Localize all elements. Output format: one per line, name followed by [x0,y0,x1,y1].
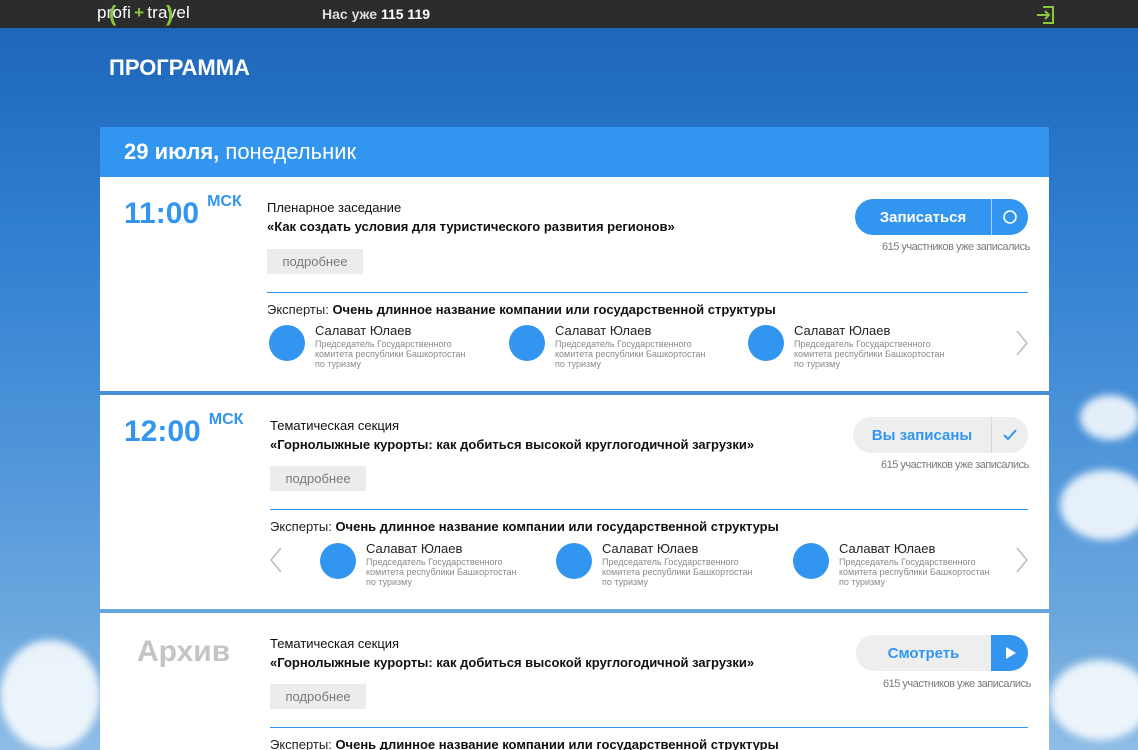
avatar [509,325,545,361]
archive-label: Архив [137,635,231,668]
watch-button-label: Смотреть [887,644,960,662]
expert-role: Председатель Государственного комитета р… [315,339,466,369]
event-time: 11:00 МСК [124,193,242,231]
watch-button[interactable]: Смотреть [856,635,1028,671]
expert-name: Салават Юлаев [366,541,463,556]
expert-role: Председатель Государственного комитета р… [555,339,706,369]
register-button[interactable]: Записаться [855,199,1028,235]
expert-name: Салават Юлаев [315,323,412,338]
time-zone: МСК [207,193,242,210]
background-cloud [1080,395,1138,440]
event-title: «Горнолыжные курорты: как добиться высок… [270,655,755,670]
experts-org: Очень длинное название компании или госу… [335,737,779,750]
divider [267,292,1028,293]
circle-icon [991,199,1028,235]
chevron-right-icon[interactable] [1015,546,1029,574]
background-cloud [1060,470,1138,540]
play-icon [991,635,1028,671]
event-time: 12:00 МСК [124,411,243,449]
avatar [793,543,829,579]
experts-heading: Эксперты: Очень длинное название компани… [270,737,779,750]
experts-org: Очень длинное название компании или госу… [335,519,779,534]
expert-name: Салават Юлаев [555,323,652,338]
day-weekday: понедельник [225,139,357,164]
logo-plus: + [134,3,145,22]
expert-name: Салават Юлаев [794,323,891,338]
background-cloud [1050,660,1138,740]
expert-card[interactable]: Салават Юлаев Председатель Государственн… [793,541,993,591]
experts-label: Эксперты: [270,737,332,750]
avatar [748,325,784,361]
logo-bracket-right: ) [166,1,174,26]
check-icon [991,417,1028,453]
divider [270,727,1028,728]
event-card: 11:00 МСК Пленарное заседание «Как создат… [100,177,1049,391]
expert-card[interactable]: Салават Юлаев Председатель Государственн… [320,541,520,591]
counter-value: 115 119 [380,6,431,22]
event-type: Пленарное заседание [267,200,402,215]
logo-bracket-left: ( [109,1,117,26]
event-card: 12:00 МСК Тематическая секция «Горнолыжны… [100,395,1049,609]
time-value: 11:00 [124,197,200,230]
more-button[interactable]: подробнее [270,466,366,491]
experts-org: Очень длинное название компании или госу… [332,302,776,317]
event-type: Тематическая секция [270,636,400,651]
experts-label: Эксперты: [270,519,332,534]
expert-card[interactable]: Салават Юлаев Председатель Государственн… [556,541,756,591]
registered-button-label: Вы записаны [871,426,973,444]
divider [270,509,1028,510]
time-zone: МСК [208,411,244,428]
page-title: ПРОГРАММА [109,55,250,80]
event-type: Тематическая секция [270,418,400,433]
expert-role: Председатель Государственного комитета р… [794,339,945,369]
logo[interactable]: profi + travel ( ) [97,1,190,26]
background-cloud [0,640,100,750]
event-title: «Горнолыжные курорты: как добиться высок… [270,437,755,452]
participants-count: 615 участников уже записались [881,459,1029,471]
participants-count: 615 участников уже записались [883,678,1031,690]
expert-role: Председатель Государственного комитета р… [839,557,990,587]
top-bar: profi + travel ( ) Нас уже 115 119 [0,0,1138,28]
event-card: Архив Тематическая секция «Горнолыжные к… [100,613,1049,750]
avatar [269,325,305,361]
event-title: «Как создать условия для туристического … [267,219,675,234]
chevron-left-icon[interactable] [269,546,283,574]
avatar [556,543,592,579]
users-counter: Нас уже 115 119 [322,6,430,22]
participants-count: 615 участников уже записались [882,241,1030,253]
more-button[interactable]: подробнее [270,684,366,709]
expert-name: Салават Юлаев [839,541,936,556]
experts-heading: Эксперты: Очень длинное название компани… [270,519,779,534]
chevron-right-icon[interactable] [1015,329,1029,357]
login-icon[interactable] [1035,4,1057,26]
expert-card[interactable]: Салават Юлаев Председатель Государственн… [509,323,709,373]
expert-card[interactable]: Салават Юлаев Председатель Государственн… [748,323,948,373]
avatar [320,543,356,579]
time-value: 12:00 [124,415,201,448]
expert-role: Председатель Государственного комитета р… [366,557,517,587]
expert-name: Салават Юлаев [602,541,699,556]
expert-card[interactable]: Салават Юлаев Председатель Государственн… [269,323,469,373]
more-button[interactable]: подробнее [267,249,363,274]
register-button-label: Записаться [879,208,967,226]
registered-button[interactable]: Вы записаны [853,417,1028,453]
day-date: 29 июля, [124,139,220,164]
expert-role: Председатель Государственного комитета р… [602,557,753,587]
counter-prefix: Нас уже [322,6,378,22]
experts-heading: Эксперты: Очень длинное название компани… [267,302,776,317]
day-header: 29 июля, понедельник [100,127,1049,177]
experts-label: Эксперты: [267,302,329,317]
